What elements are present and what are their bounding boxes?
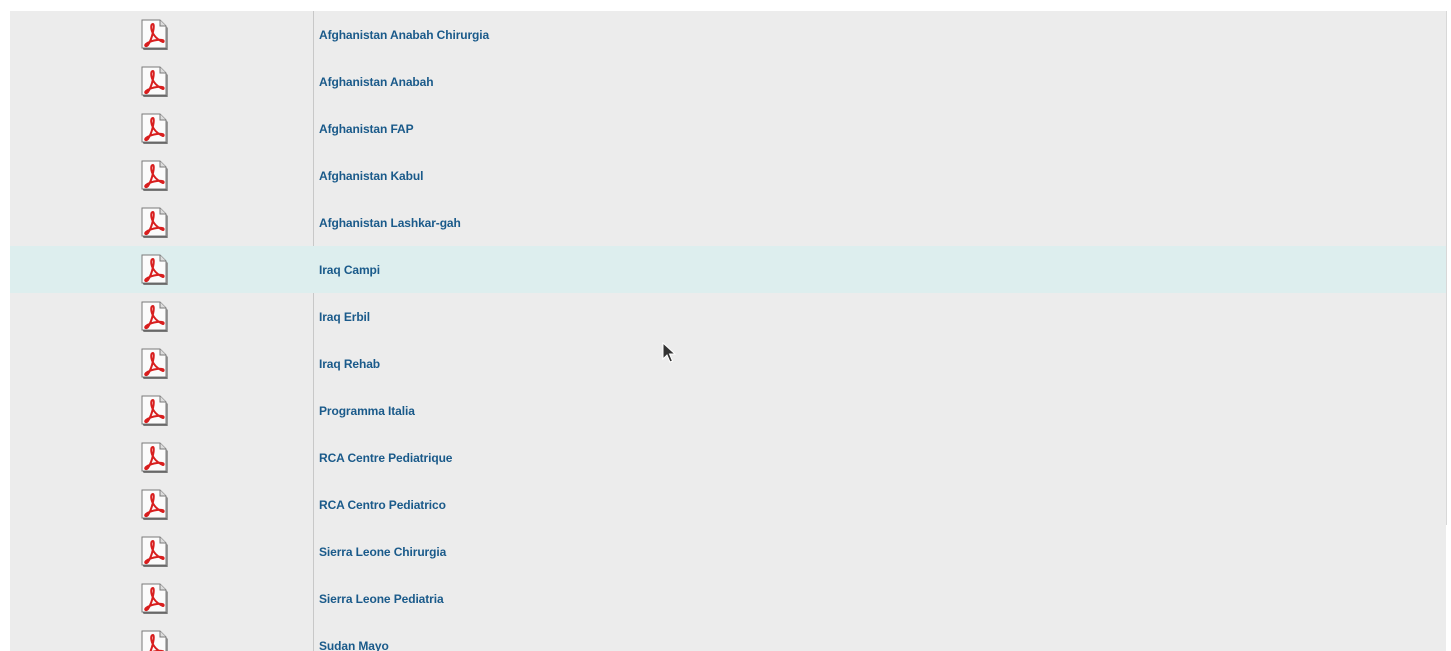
icon-cell: [10, 622, 313, 651]
name-cell: Iraq Rehab: [313, 340, 1446, 387]
icon-cell: [10, 152, 313, 199]
name-cell: Programma Italia: [313, 387, 1446, 434]
list-item: Programma Italia: [10, 387, 1446, 434]
list-item: Afghanistan Lashkar-gah: [10, 199, 1446, 246]
document-link[interactable]: RCA Centre Pediatrique: [319, 451, 452, 465]
pdf-file-icon[interactable]: [140, 113, 174, 145]
name-cell: RCA Centre Pediatrique: [313, 434, 1446, 481]
list-item: Iraq Rehab: [10, 340, 1446, 387]
document-link[interactable]: Programma Italia: [319, 404, 415, 418]
icon-cell: [10, 340, 313, 387]
document-link[interactable]: Sierra Leone Pediatria: [319, 592, 444, 606]
pdf-file-icon[interactable]: [140, 489, 174, 521]
icon-cell: [10, 528, 313, 575]
pdf-file-icon[interactable]: [140, 395, 174, 427]
icon-cell: [10, 58, 313, 105]
document-link[interactable]: Sudan Mayo: [319, 639, 389, 651]
document-link[interactable]: Afghanistan Anabah Chirurgia: [319, 28, 489, 42]
list-item-highlighted: Iraq Campi: [10, 246, 1446, 293]
panel-edge: [1446, 11, 1447, 525]
pdf-file-icon[interactable]: [140, 301, 174, 333]
name-cell: Afghanistan FAP: [313, 105, 1446, 152]
list-item: RCA Centre Pediatrique: [10, 434, 1446, 481]
pdf-file-icon[interactable]: [140, 630, 174, 651]
pdf-file-icon[interactable]: [140, 583, 174, 615]
name-cell: Sierra Leone Pediatria: [313, 575, 1446, 622]
document-link[interactable]: Iraq Campi: [319, 263, 380, 277]
pdf-file-icon[interactable]: [140, 66, 174, 98]
document-link[interactable]: Iraq Erbil: [319, 310, 370, 324]
name-cell: Afghanistan Lashkar-gah: [313, 199, 1446, 246]
document-link[interactable]: Afghanistan Kabul: [319, 169, 423, 183]
list-item: Afghanistan Kabul: [10, 152, 1446, 199]
pdf-file-icon[interactable]: [140, 207, 174, 239]
icon-cell: [10, 481, 313, 528]
document-link[interactable]: Afghanistan Lashkar-gah: [319, 216, 461, 230]
icon-cell: [10, 293, 313, 340]
name-cell: Sudan Mayo: [313, 622, 1446, 651]
pdf-file-icon[interactable]: [140, 254, 174, 286]
list-item: Afghanistan Anabah: [10, 58, 1446, 105]
document-list: Afghanistan Anabah Chirurgia Afghanistan…: [10, 11, 1446, 651]
name-cell: RCA Centro Pediatrico: [313, 481, 1446, 528]
document-link[interactable]: Sierra Leone Chirurgia: [319, 545, 446, 559]
icon-cell: [10, 575, 313, 622]
name-cell: Iraq Erbil: [313, 293, 1446, 340]
document-link[interactable]: Afghanistan FAP: [319, 122, 414, 136]
icon-cell: [10, 387, 313, 434]
icon-cell: [10, 105, 313, 152]
icon-cell: [10, 246, 313, 293]
pdf-file-icon[interactable]: [140, 442, 174, 474]
name-cell: Afghanistan Anabah Chirurgia: [313, 11, 1446, 58]
name-cell: Afghanistan Kabul: [313, 152, 1446, 199]
icon-cell: [10, 434, 313, 481]
pdf-file-icon[interactable]: [140, 348, 174, 380]
list-item: Afghanistan FAP: [10, 105, 1446, 152]
list-item: Sierra Leone Pediatria: [10, 575, 1446, 622]
name-cell: Iraq Campi: [313, 246, 1446, 293]
pdf-file-icon[interactable]: [140, 536, 174, 568]
document-link[interactable]: Iraq Rehab: [319, 357, 380, 371]
pdf-file-icon[interactable]: [140, 160, 174, 192]
list-item: Afghanistan Anabah Chirurgia: [10, 11, 1446, 58]
list-item: Iraq Erbil: [10, 293, 1446, 340]
document-link[interactable]: RCA Centro Pediatrico: [319, 498, 446, 512]
pdf-file-icon[interactable]: [140, 19, 174, 51]
icon-cell: [10, 199, 313, 246]
list-item: Sudan Mayo: [10, 622, 1446, 651]
name-cell: Afghanistan Anabah: [313, 58, 1446, 105]
icon-cell: [10, 11, 313, 58]
list-item: Sierra Leone Chirurgia: [10, 528, 1446, 575]
list-item: RCA Centro Pediatrico: [10, 481, 1446, 528]
name-cell: Sierra Leone Chirurgia: [313, 528, 1446, 575]
document-link[interactable]: Afghanistan Anabah: [319, 75, 433, 89]
